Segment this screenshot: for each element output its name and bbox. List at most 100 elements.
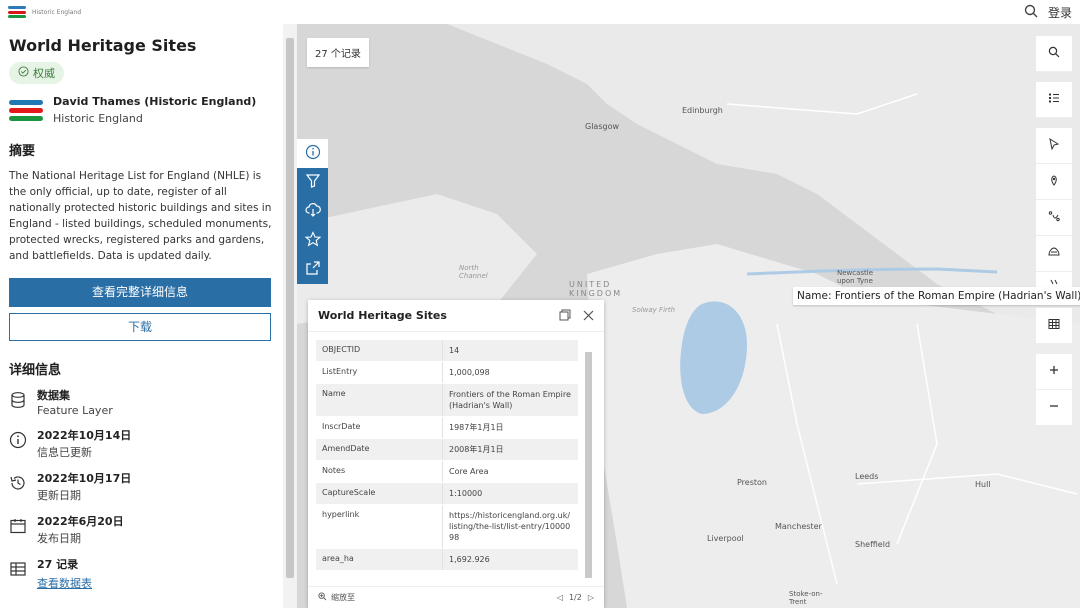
- map-label-uk: UNITED KINGDOM: [569, 280, 623, 298]
- field-value: 1,000,098: [442, 362, 578, 383]
- map-label-sheffield: Sheffield: [855, 540, 891, 549]
- owner-org[interactable]: Historic England: [53, 112, 256, 125]
- field-name: Name: [322, 389, 346, 398]
- table-row: OBJECTID 14: [316, 340, 578, 362]
- table-icon: [9, 560, 27, 578]
- detail-title: 2022年6月20日: [37, 515, 124, 528]
- plus-icon: [1049, 365, 1059, 378]
- view-full-details-button[interactable]: 查看完整详细信息: [9, 278, 271, 307]
- search-icon[interactable]: [1024, 4, 1038, 21]
- dock-icon[interactable]: [559, 306, 571, 325]
- table-row: area_ha 1,692.926: [316, 549, 578, 571]
- authoritative-badge: 权威: [9, 62, 64, 84]
- map-label-solway: Solway Firth: [632, 306, 676, 314]
- field-name: Notes: [322, 466, 346, 475]
- map-label-liverpool: Liverpool: [707, 534, 744, 543]
- table-row: hyperlink https://historicengland.org.uk/…: [316, 505, 578, 549]
- owner-name[interactable]: David Thames (Historic England): [53, 95, 256, 108]
- info-tool-button[interactable]: [297, 139, 328, 168]
- owner-block: David Thames (Historic England) Historic…: [9, 94, 273, 126]
- map-label-preston: Preston: [737, 478, 767, 487]
- field-value: Frontiers of the Roman Empire (Hadrian's…: [442, 384, 578, 416]
- detail-subtitle: 信息已更新: [37, 446, 92, 459]
- zoom-icon: [318, 592, 327, 603]
- map-label-glasgow: Glasgow: [585, 122, 620, 131]
- filter-tool-button[interactable]: [297, 168, 328, 197]
- map-label-newcastle: Newcastle upon Tyne: [837, 269, 874, 285]
- locate-button[interactable]: [1036, 164, 1072, 200]
- view-data-table-link[interactable]: 查看数据表: [37, 577, 92, 590]
- summary-text: The National Heritage List for England (…: [9, 170, 272, 262]
- share-tool-button[interactable]: [297, 255, 328, 284]
- download-tool-button[interactable]: [297, 197, 328, 226]
- basemap-button[interactable]: [1036, 236, 1072, 272]
- legend-list-icon: [1048, 92, 1060, 107]
- star-icon: [304, 230, 321, 251]
- layers-icon: [1048, 246, 1060, 261]
- map-label-hull: Hull: [975, 480, 991, 489]
- info-icon: [9, 431, 27, 449]
- map-left-toolbar: [297, 139, 328, 284]
- map-label-stoke: Stoke-on-Trent: [789, 590, 823, 606]
- detail-published: 2022年6月20日 发布日期: [9, 513, 273, 546]
- select-tool-button[interactable]: [1036, 128, 1072, 164]
- previous-icon[interactable]: ◁: [557, 593, 563, 602]
- feature-tooltip: Name: Frontiers of the Roman Empire (Had…: [793, 287, 1080, 305]
- table-row: Name Frontiers of the Roman Empire (Hadri…: [316, 384, 578, 417]
- map-view[interactable]: Glasgow Edinburgh North Channel UNITED K…: [297, 24, 1080, 608]
- attribute-table-button[interactable]: [1036, 308, 1072, 344]
- cursor-icon: [1048, 137, 1060, 153]
- feature-popup: World Heritage Sites OBJECTID 14 ListEntr…: [308, 300, 604, 608]
- favorite-tool-button[interactable]: [297, 226, 328, 255]
- next-icon[interactable]: ▷: [588, 593, 594, 602]
- field-value[interactable]: https://historicengland.org.uk/listing/t…: [442, 505, 578, 548]
- item-details-sidebar: World Heritage Sites 权威 David Thames (Hi…: [0, 24, 283, 608]
- detail-title: 2022年10月14日: [37, 429, 132, 442]
- table-row: CaptureScale 1:10000: [316, 483, 578, 505]
- download-button[interactable]: 下载: [9, 313, 271, 341]
- popup-title: World Heritage Sites: [318, 309, 447, 322]
- popup-scrollbar-thumb[interactable]: [585, 352, 592, 578]
- brand[interactable]: Historic England: [8, 6, 81, 18]
- owner-avatar: [9, 94, 43, 126]
- detail-subtitle: Feature Layer: [37, 404, 113, 417]
- coordinates-button[interactable]: [1036, 200, 1072, 236]
- map-label-edinburgh: Edinburgh: [682, 106, 723, 115]
- close-icon[interactable]: [583, 306, 594, 325]
- field-name: ListEntry: [322, 367, 358, 376]
- location-pin-icon: [1048, 174, 1060, 189]
- zoom-in-button[interactable]: [1036, 354, 1072, 390]
- detail-subtitle: 更新日期: [37, 489, 81, 502]
- field-value: 2008年1月1日: [442, 439, 578, 460]
- historic-england-logo: [8, 6, 26, 18]
- table-row: Notes Core Area: [316, 461, 578, 483]
- field-value: 1:10000: [442, 483, 578, 504]
- field-name: InscrDate: [322, 422, 361, 431]
- zoom-out-button[interactable]: [1036, 390, 1072, 426]
- details-heading: 详细信息: [9, 363, 62, 378]
- badge-label: 权威: [33, 67, 55, 80]
- field-name: hyperlink: [322, 510, 360, 519]
- sidebar-scrollbar[interactable]: [283, 24, 297, 608]
- cloud-download-icon: [304, 202, 321, 222]
- check-circle-icon: [18, 66, 29, 80]
- field-value: Core Area: [442, 461, 578, 482]
- record-count-chip: 27 个记录: [307, 38, 369, 67]
- detail-info-updated: 2022年10月14日 信息已更新: [9, 427, 273, 460]
- minus-icon: [1049, 401, 1059, 414]
- popup-scrollbar[interactable]: [584, 342, 593, 594]
- table-row: ListEntry 1,000,098: [316, 362, 578, 384]
- login-link[interactable]: 登录: [1048, 4, 1072, 21]
- detail-subtitle: 发布日期: [37, 532, 81, 545]
- scrollbar-thumb[interactable]: [286, 38, 294, 578]
- map-label-leeds: Leeds: [855, 472, 879, 481]
- field-value: 1987年1月1日: [442, 417, 578, 438]
- map-label-manchester: Manchester: [775, 522, 822, 531]
- map-search-button[interactable]: [1036, 36, 1072, 72]
- zoom-to-button[interactable]: 缩放至: [318, 592, 355, 603]
- table-row: AmendDate 2008年1月1日: [316, 439, 578, 461]
- detail-title: 2022年10月17日: [37, 472, 132, 485]
- table-icon: [1048, 318, 1060, 333]
- share-icon: [305, 260, 321, 280]
- legend-button[interactable]: [1036, 82, 1072, 118]
